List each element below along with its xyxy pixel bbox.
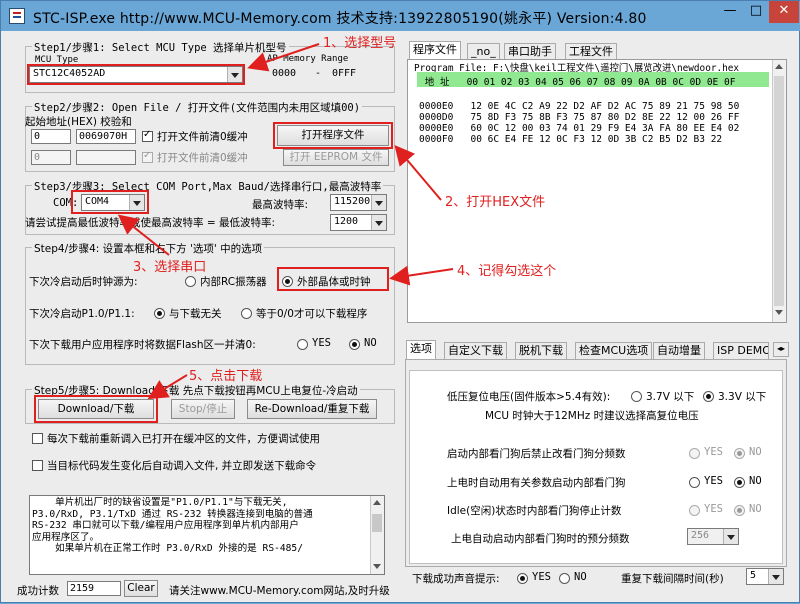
arrow-5 <box>147 374 188 400</box>
arrow-4 <box>389 265 454 286</box>
app-window: STC-ISP.exe http://www.MCU-Memory.com 技术… <box>0 0 800 603</box>
arrow-3 <box>117 214 170 256</box>
arrow-2 <box>394 144 442 201</box>
annotation-arrows <box>117 43 454 400</box>
arrow-1 <box>247 43 320 72</box>
